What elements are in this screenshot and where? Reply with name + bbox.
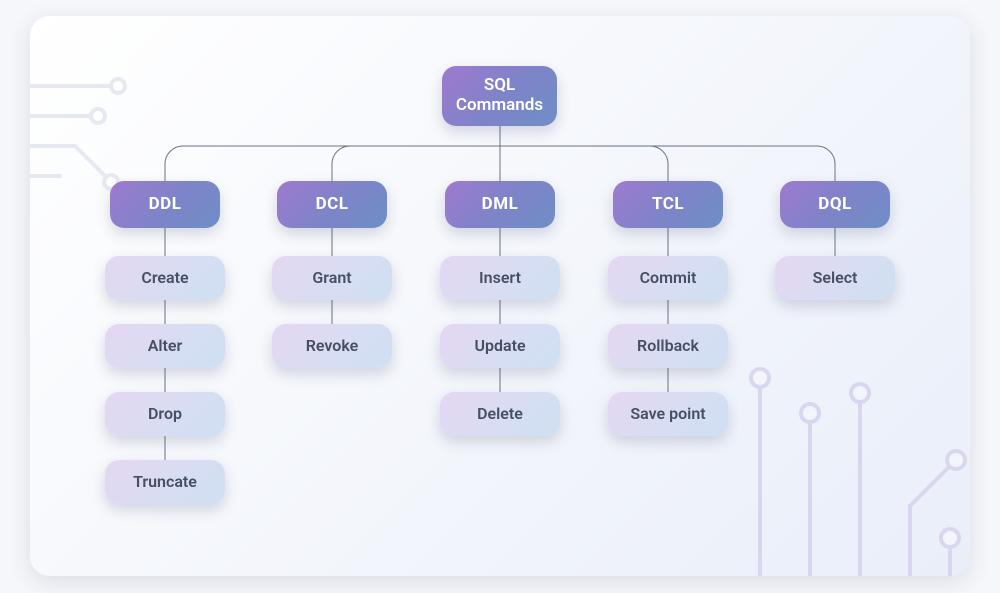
leaf-node-alter: Alter	[105, 324, 225, 368]
leaf-node-rollback: Rollback	[608, 324, 728, 368]
category-node-dml: DML	[445, 181, 555, 228]
leaf-node-select: Select	[775, 256, 895, 300]
leaf-node-insert: Insert	[440, 256, 560, 300]
root-node-sql-commands: SQL Commands	[442, 66, 557, 126]
leaf-node-create: Create	[105, 256, 225, 300]
leaf-node-commit: Commit	[608, 256, 728, 300]
leaf-node-revoke: Revoke	[272, 324, 392, 368]
leaf-node-drop: Drop	[105, 392, 225, 436]
leaf-node-delete: Delete	[440, 392, 560, 436]
decoration-circuit-bottom-right	[720, 326, 970, 576]
leaf-node-update: Update	[440, 324, 560, 368]
category-node-ddl: DDL	[110, 181, 220, 228]
category-node-dcl: DCL	[277, 181, 387, 228]
diagram-card: SQL Commands DDL DCL DML TCL DQL Create …	[30, 16, 970, 576]
leaf-node-grant: Grant	[272, 256, 392, 300]
category-node-dql: DQL	[780, 181, 890, 228]
decoration-circuit-top-left	[30, 71, 170, 191]
leaf-node-truncate: Truncate	[105, 460, 225, 504]
category-node-tcl: TCL	[613, 181, 723, 228]
leaf-node-savepoint: Save point	[608, 392, 728, 436]
diagram-canvas: SQL Commands DDL DCL DML TCL DQL Create …	[0, 0, 1000, 593]
